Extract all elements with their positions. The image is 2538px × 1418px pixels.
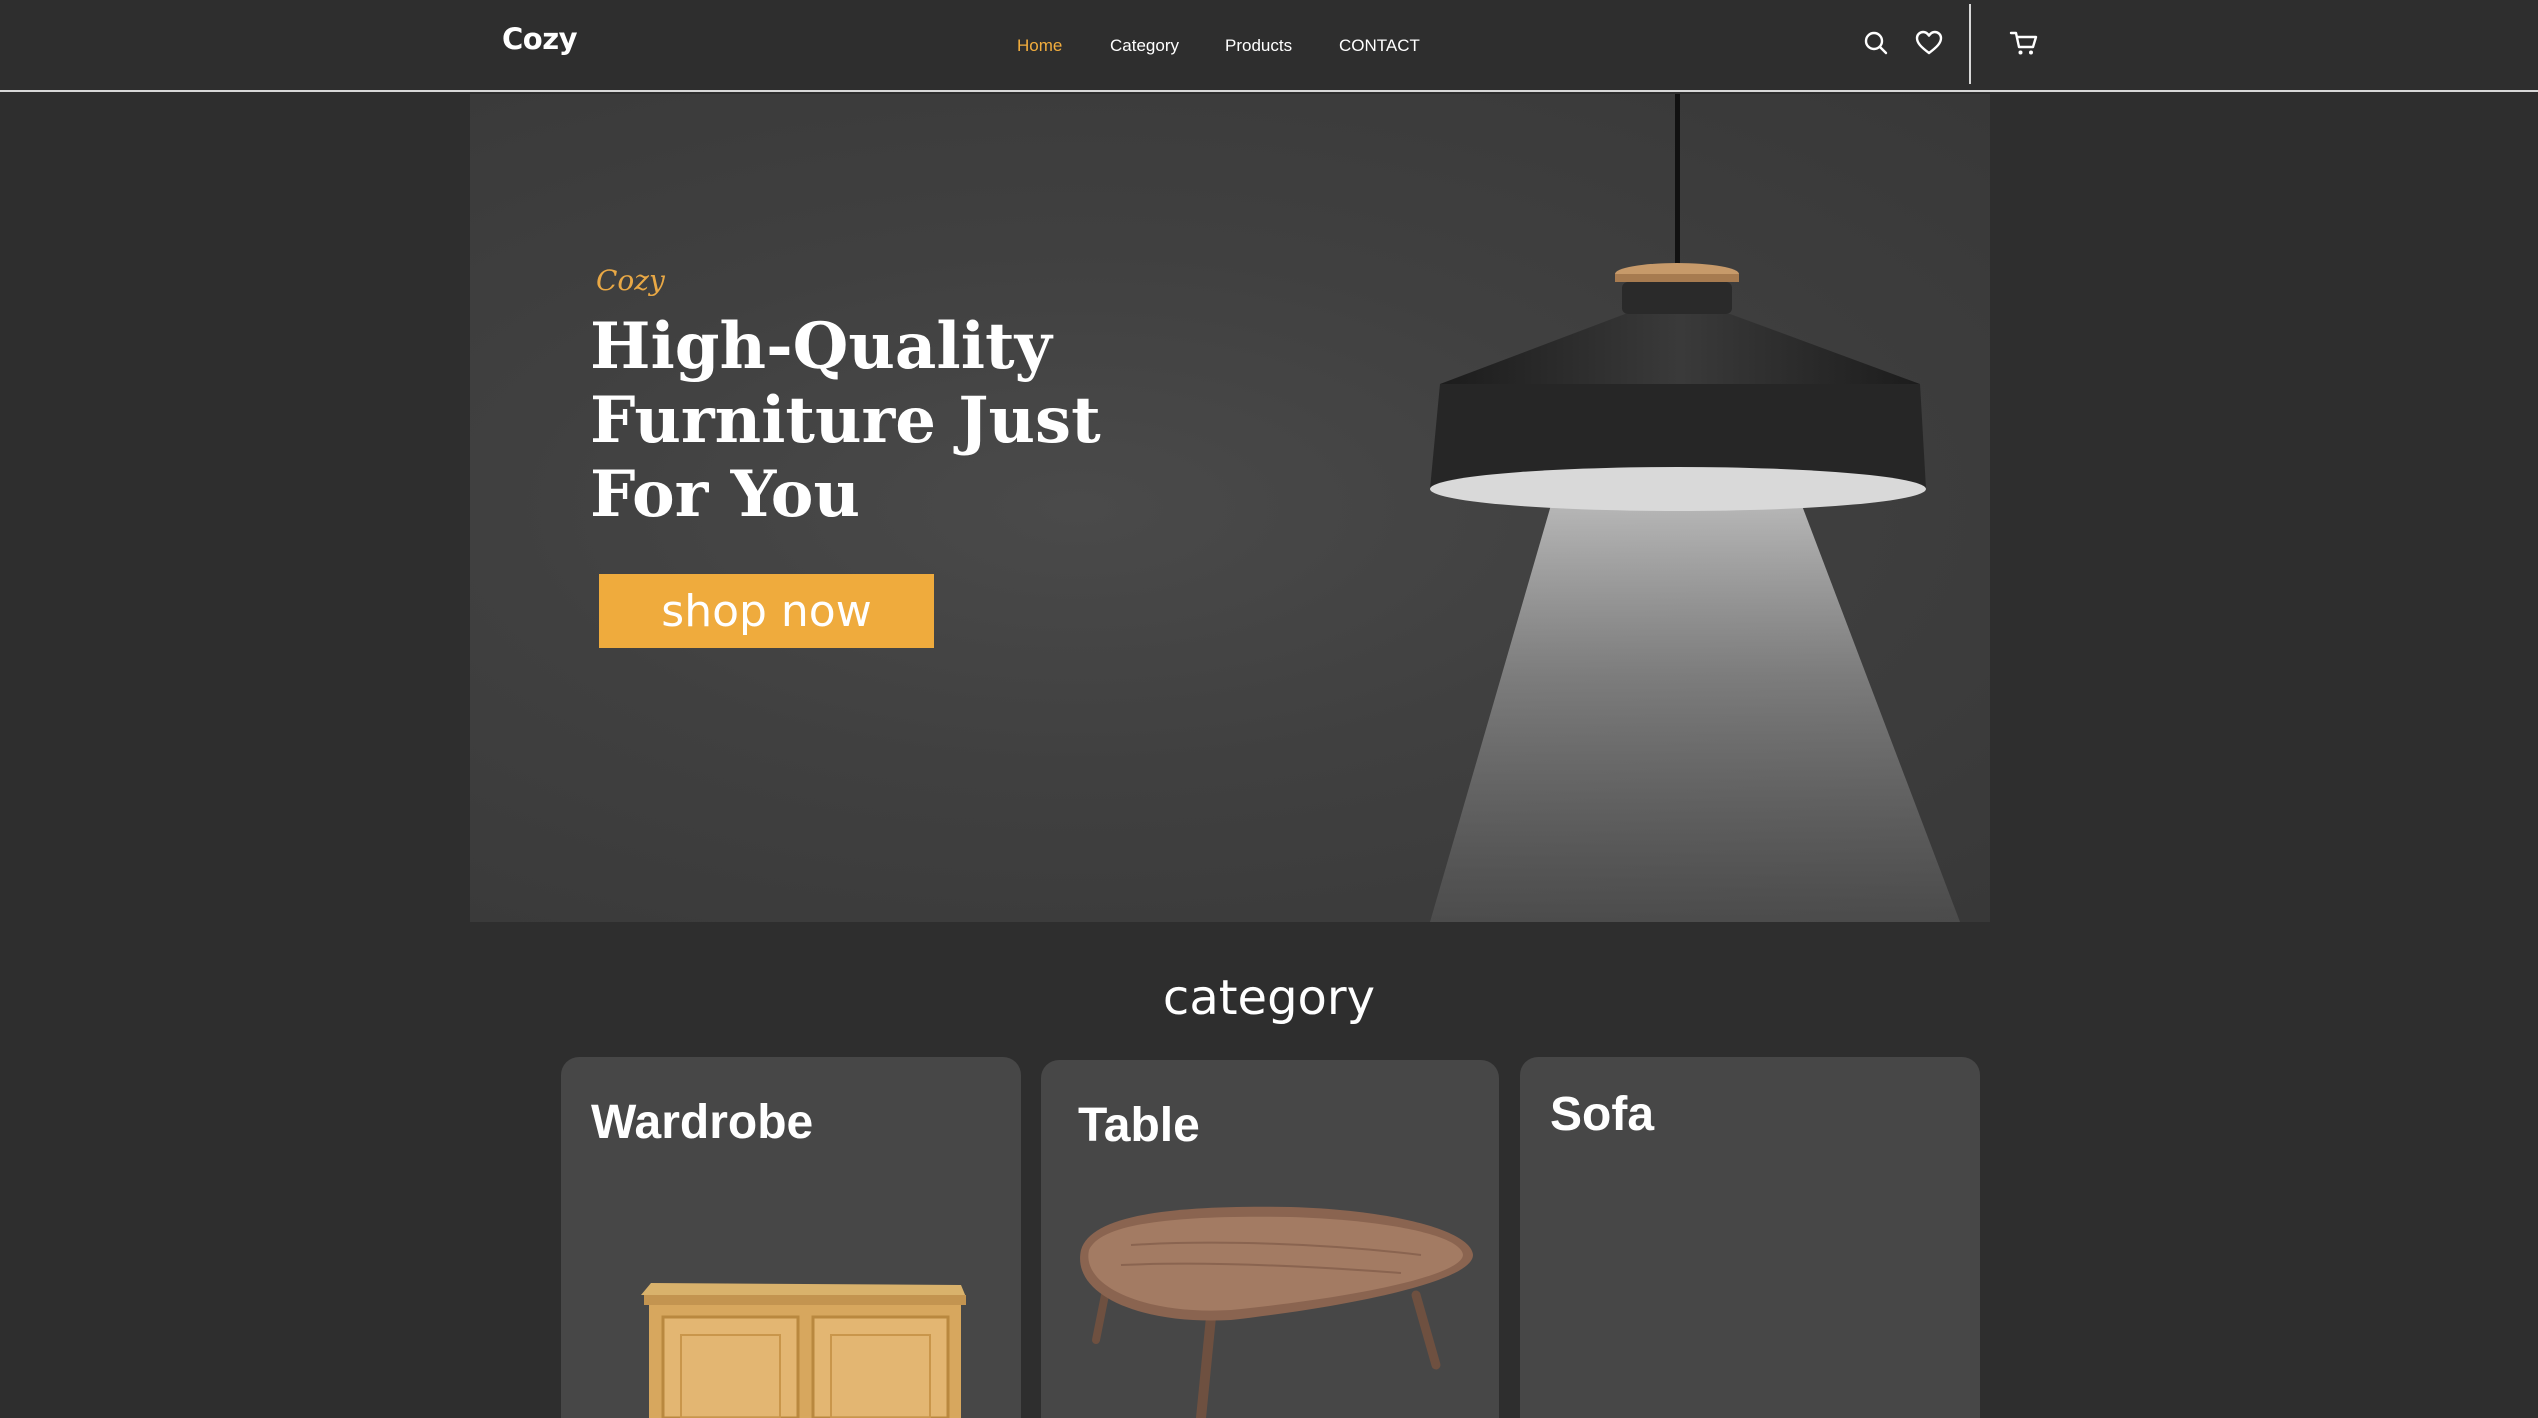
card-title: Sofa: [1550, 1088, 1655, 1141]
category-card-wardrobe[interactable]: Wardrobe: [561, 1057, 1021, 1418]
card-title: Table: [1078, 1099, 1200, 1152]
nav-item-contact[interactable]: CONTACT: [1339, 36, 1420, 56]
cart-icon[interactable]: [2009, 28, 2039, 58]
site-logo[interactable]: Cozy: [502, 22, 578, 56]
search-icon[interactable]: [1863, 30, 1893, 60]
nav-item-category[interactable]: Category: [1110, 36, 1179, 56]
nav-item-products[interactable]: Products: [1225, 36, 1292, 56]
card-title: Wardrobe: [591, 1096, 814, 1149]
wardrobe-image: [641, 1283, 966, 1418]
heart-icon[interactable]: [1915, 30, 1945, 60]
header-divider: [1969, 4, 1971, 84]
category-card-sofa[interactable]: Sofa: [1520, 1057, 1980, 1418]
table-image: [1080, 1206, 1473, 1418]
shop-now-button[interactable]: shop now: [599, 574, 934, 648]
hero-title: High-Quality Furniture Just For You: [590, 309, 1101, 532]
nav-item-home[interactable]: Home: [1017, 36, 1062, 56]
site-header: Cozy Home Category Products CONTACT: [0, 0, 2538, 92]
category-card-table[interactable]: Table: [1041, 1060, 1499, 1418]
hero-banner: Cozy High-Quality Furniture Just For You…: [470, 94, 1990, 922]
hero-brand: Cozy: [596, 264, 665, 297]
category-heading: category: [1162, 970, 1376, 1026]
pendant-lamp-image: [1430, 94, 1960, 922]
